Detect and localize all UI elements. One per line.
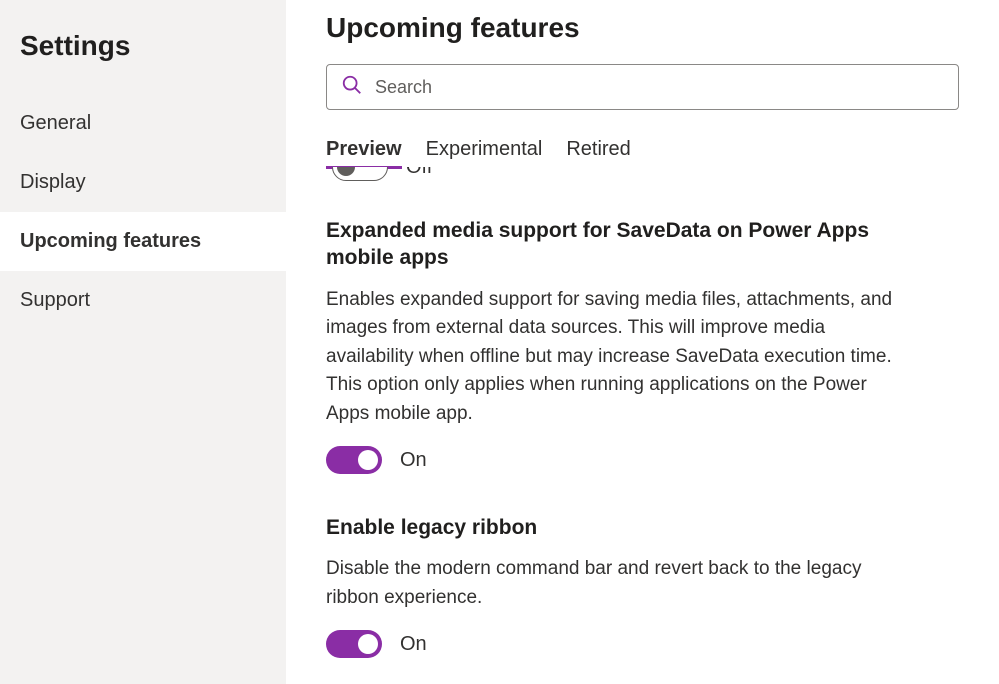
main-panel: Upcoming features Preview Experimental R… [286, 0, 999, 684]
sidebar-item-support[interactable]: Support [0, 271, 286, 330]
feature-title: Expanded media support for SaveData on P… [326, 217, 886, 272]
sidebar-item-upcoming-features[interactable]: Upcoming features [0, 212, 286, 271]
sidebar-item-general[interactable]: General [0, 94, 286, 153]
feature-description: Enables expanded support for saving medi… [326, 286, 906, 429]
feature-toggle[interactable] [326, 446, 382, 474]
feature-item: Expanded media support for SaveData on P… [326, 217, 959, 474]
tab-experimental[interactable]: Experimental [426, 132, 543, 169]
toggle-knob [358, 634, 378, 654]
toggle-knob [337, 167, 355, 176]
feature-toggle-row: On [326, 630, 959, 658]
feature-item: Enable legacy ribbon Disable the modern … [326, 514, 959, 658]
toggle-state-label: Off [406, 167, 432, 179]
feature-toggle-row: On [326, 446, 959, 474]
toggle-state-label: On [400, 633, 427, 656]
sidebar-title: Settings [0, 30, 286, 94]
tab-retired[interactable]: Retired [566, 132, 630, 169]
sidebar-item-display[interactable]: Display [0, 153, 286, 212]
settings-sidebar: Settings General Display Upcoming featur… [0, 0, 286, 684]
search-box[interactable] [326, 64, 959, 110]
toggle-knob [358, 450, 378, 470]
tabs: Preview Experimental Retired [326, 132, 959, 169]
search-icon [341, 74, 363, 101]
feature-toggle[interactable] [332, 167, 388, 181]
partial-feature-toggle-row: Off [326, 167, 959, 181]
toggle-state-label: On [400, 449, 427, 472]
feature-toggle[interactable] [326, 630, 382, 658]
feature-title: Enable legacy ribbon [326, 514, 886, 541]
page-title: Upcoming features [326, 12, 959, 44]
feature-description: Disable the modern command bar and rever… [326, 555, 906, 612]
tab-preview[interactable]: Preview [326, 132, 402, 169]
features-scroll-area[interactable]: Off Expanded media support for SaveData … [326, 167, 959, 684]
search-input[interactable] [375, 77, 944, 98]
